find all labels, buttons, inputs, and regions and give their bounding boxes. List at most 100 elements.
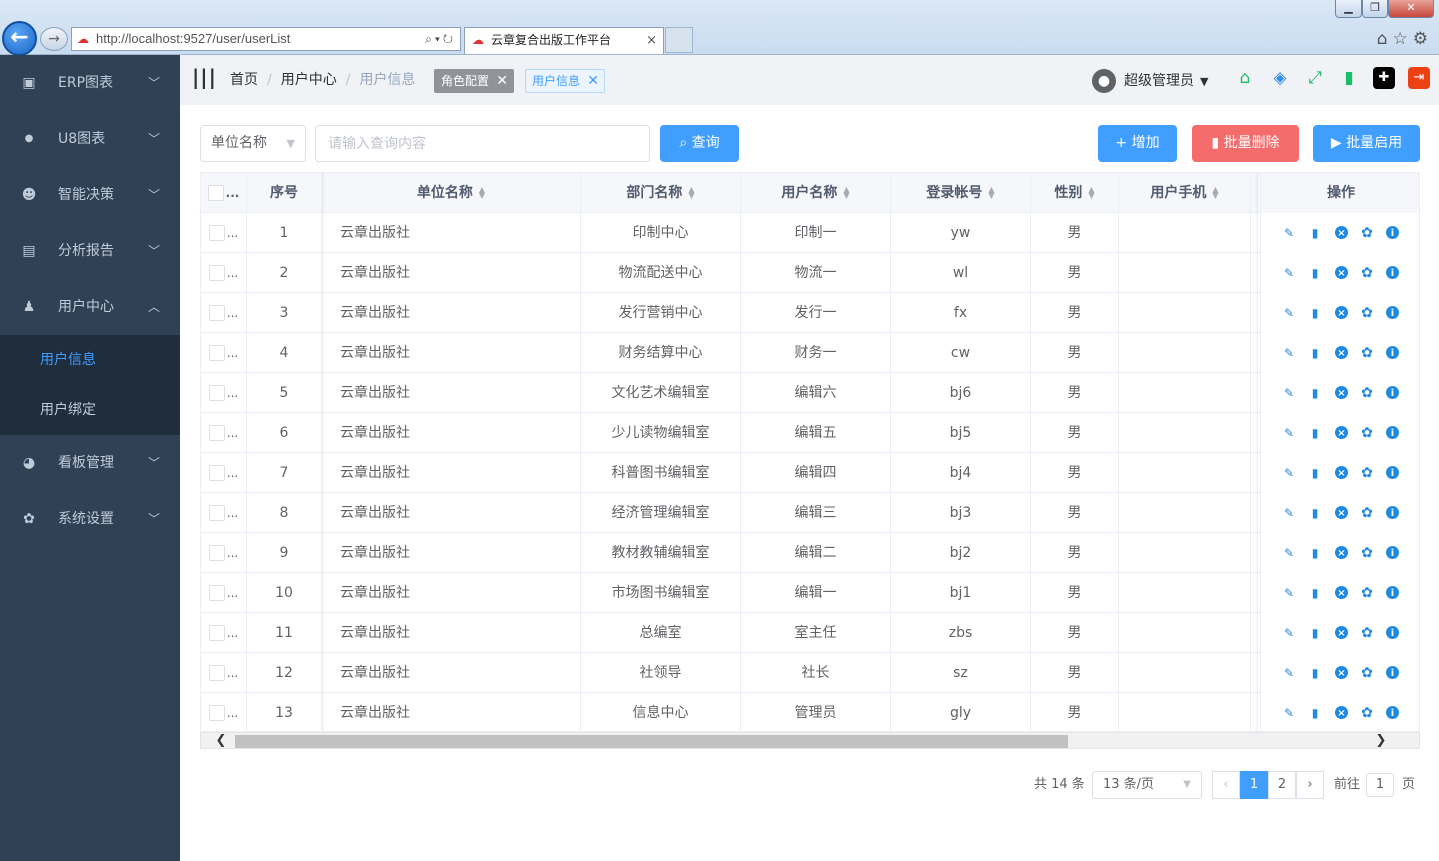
info-icon[interactable]: i bbox=[1386, 306, 1399, 319]
info-icon[interactable]: i bbox=[1386, 546, 1399, 559]
row-checkbox[interactable] bbox=[208, 665, 225, 681]
settings-icon[interactable]: ✿ bbox=[1359, 225, 1375, 241]
scroll-left-icon[interactable]: ❮ bbox=[211, 733, 231, 748]
logout-icon[interactable]: ⇥ bbox=[1408, 67, 1430, 89]
disable-icon[interactable]: × bbox=[1335, 506, 1348, 519]
edit-icon[interactable]: ✎ bbox=[1281, 665, 1297, 681]
tools-gear-icon[interactable]: ⚙ bbox=[1413, 29, 1433, 49]
edit-icon[interactable]: ✎ bbox=[1281, 625, 1297, 641]
minimize-button[interactable]: ▁ bbox=[1335, 0, 1362, 18]
disable-icon[interactable]: × bbox=[1335, 226, 1348, 239]
table-row[interactable]: ... 3 云章出版社 发行营销中心 发行一 fx 男 ✎ ▮ × ✿ i bbox=[201, 293, 1419, 333]
shirt-icon[interactable]: ✚ bbox=[1373, 67, 1395, 89]
header-gender[interactable]: 性别 ▲ ▼ bbox=[1031, 173, 1119, 213]
batch-delete-button[interactable]: ▮ 批量删除 bbox=[1192, 125, 1299, 162]
forward-button[interactable]: → bbox=[40, 27, 68, 51]
settings-icon[interactable]: ✿ bbox=[1359, 465, 1375, 481]
edit-icon[interactable]: ✎ bbox=[1281, 545, 1297, 561]
row-checkbox[interactable] bbox=[208, 465, 225, 481]
info-icon[interactable]: i bbox=[1386, 626, 1399, 639]
edit-icon[interactable]: ✎ bbox=[1281, 305, 1297, 321]
sidebar-item-user-binding[interactable]: 用户绑定 bbox=[0, 385, 180, 435]
close-icon[interactable]: ✕ bbox=[587, 70, 599, 92]
info-icon[interactable]: i bbox=[1386, 426, 1399, 439]
sort-icon[interactable]: ▲ ▼ bbox=[479, 186, 485, 200]
delete-icon[interactable]: ▮ bbox=[1307, 305, 1323, 321]
row-checkbox[interactable] bbox=[208, 625, 225, 641]
disable-icon[interactable]: × bbox=[1335, 586, 1348, 599]
sort-icon[interactable]: ▲ ▼ bbox=[843, 186, 849, 200]
favorites-icon[interactable]: ☆ bbox=[1393, 29, 1413, 49]
next-page-button[interactable]: › bbox=[1296, 771, 1324, 799]
settings-icon[interactable]: ✿ bbox=[1359, 265, 1375, 281]
sort-icon[interactable]: ▲ ▼ bbox=[1088, 186, 1094, 200]
settings-icon[interactable]: ✿ bbox=[1359, 585, 1375, 601]
edit-icon[interactable]: ✎ bbox=[1281, 505, 1297, 521]
row-checkbox[interactable] bbox=[208, 505, 225, 521]
edit-icon[interactable]: ✎ bbox=[1281, 345, 1297, 361]
disable-icon[interactable]: × bbox=[1335, 426, 1348, 439]
header-unit[interactable]: 单位名称 ▲ ▼ bbox=[322, 173, 581, 213]
sidebar-item-user-center[interactable]: ♟ 用户中心 ︿ bbox=[0, 279, 180, 335]
scroll-right-icon[interactable]: ❯ bbox=[1371, 733, 1391, 748]
window-close-button[interactable]: ✕ bbox=[1388, 0, 1434, 18]
disable-icon[interactable]: × bbox=[1335, 386, 1348, 399]
tab-close-button[interactable]: × bbox=[646, 28, 657, 53]
layers-icon[interactable]: ◈ bbox=[1269, 67, 1291, 89]
address-actions[interactable]: ⌕▾↻ bbox=[425, 28, 456, 50]
disable-icon[interactable]: × bbox=[1335, 626, 1348, 639]
delete-icon[interactable]: ▮ bbox=[1307, 505, 1323, 521]
user-menu[interactable]: ● 超级管理员 ▼ bbox=[1092, 68, 1208, 94]
row-checkbox[interactable] bbox=[208, 705, 225, 721]
info-icon[interactable]: i bbox=[1386, 586, 1399, 599]
info-icon[interactable]: i bbox=[1386, 506, 1399, 519]
header-phone[interactable]: 用户手机 ▲ ▼ bbox=[1119, 173, 1251, 213]
sidebar-item-erp[interactable]: ▣ ERP图表 ﹀ bbox=[0, 55, 180, 111]
table-row[interactable]: ... 5 云章出版社 文化艺术编辑室 编辑六 bj6 男 ✎ ▮ × ✿ i bbox=[201, 373, 1419, 413]
scrollbar-thumb[interactable] bbox=[235, 735, 1068, 748]
row-checkbox[interactable] bbox=[208, 585, 225, 601]
header-dept[interactable]: 部门名称 ▲ ▼ bbox=[581, 173, 741, 213]
table-row[interactable]: ... 1 云章出版社 印制中心 印制一 yw 男 ✎ ▮ × ✿ i bbox=[201, 213, 1419, 253]
sidebar-item-u8[interactable]: ● U8图表 ﹀ bbox=[0, 111, 180, 167]
delete-icon[interactable]: ▮ bbox=[1307, 345, 1323, 361]
header-user[interactable]: 用户名称 ▲ ▼ bbox=[741, 173, 891, 213]
info-icon[interactable]: i bbox=[1386, 266, 1399, 279]
search-input[interactable] bbox=[315, 125, 650, 162]
disable-icon[interactable]: × bbox=[1335, 706, 1348, 719]
delete-icon[interactable]: ▮ bbox=[1307, 545, 1323, 561]
delete-icon[interactable]: ▮ bbox=[1307, 225, 1323, 241]
breadcrumb-user-center[interactable]: 用户中心 bbox=[281, 72, 337, 88]
table-row[interactable]: ... 8 云章出版社 经济管理编辑室 编辑三 bj3 男 ✎ ▮ × ✿ i bbox=[201, 493, 1419, 533]
table-row[interactable]: ... 7 云章出版社 科普图书编辑室 编辑四 bj4 男 ✎ ▮ × ✿ i bbox=[201, 453, 1419, 493]
query-button[interactable]: ⌕ 查询 bbox=[660, 125, 739, 162]
address-bar[interactable]: ☁ http://localhost:9527/user/userList ⌕▾… bbox=[71, 27, 461, 51]
maximize-button[interactable]: ❐ bbox=[1362, 0, 1388, 18]
tag-user-info[interactable]: 用户信息 ✕ bbox=[525, 69, 606, 93]
sort-icon[interactable]: ▲ ▼ bbox=[988, 186, 994, 200]
sidebar-item-dashboard[interactable]: ◕ 看板管理 ﹀ bbox=[0, 435, 180, 491]
settings-icon[interactable]: ✿ bbox=[1359, 625, 1375, 641]
settings-icon[interactable]: ✿ bbox=[1359, 305, 1375, 321]
hamburger-icon[interactable]: ||| bbox=[192, 67, 216, 88]
settings-icon[interactable]: ✿ bbox=[1359, 345, 1375, 361]
tag-role-config[interactable]: 角色配置 ✕ bbox=[434, 69, 515, 93]
search-field-select[interactable]: 单位名称 ▼ bbox=[200, 125, 306, 162]
page-size-select[interactable]: 13 条/页 ▼ bbox=[1092, 771, 1202, 799]
delete-icon[interactable]: ▮ bbox=[1307, 425, 1323, 441]
sidebar-item-user-info[interactable]: 用户信息 bbox=[0, 335, 180, 385]
table-row[interactable]: ... 12 云章出版社 社领导 社长 sz 男 ✎ ▮ × ✿ i bbox=[201, 653, 1419, 693]
disable-icon[interactable]: × bbox=[1335, 666, 1348, 679]
sort-icon[interactable]: ▲ ▼ bbox=[688, 186, 694, 200]
delete-icon[interactable]: ▮ bbox=[1307, 585, 1323, 601]
back-button[interactable]: ← bbox=[2, 21, 37, 56]
row-checkbox[interactable] bbox=[208, 305, 225, 321]
breadcrumb-home[interactable]: 首页 bbox=[230, 72, 258, 88]
info-icon[interactable]: i bbox=[1386, 706, 1399, 719]
settings-icon[interactable]: ✿ bbox=[1359, 385, 1375, 401]
edit-icon[interactable]: ✎ bbox=[1281, 265, 1297, 281]
table-row[interactable]: ... 13 云章出版社 信息中心 管理员 gly 男 ✎ ▮ × ✿ i bbox=[201, 693, 1419, 731]
row-checkbox[interactable] bbox=[208, 545, 225, 561]
home-browser-icon[interactable]: ⌂ bbox=[1377, 29, 1393, 49]
table-row[interactable]: ... 4 云章出版社 财务结算中心 财务一 cw 男 ✎ ▮ × ✿ i bbox=[201, 333, 1419, 373]
